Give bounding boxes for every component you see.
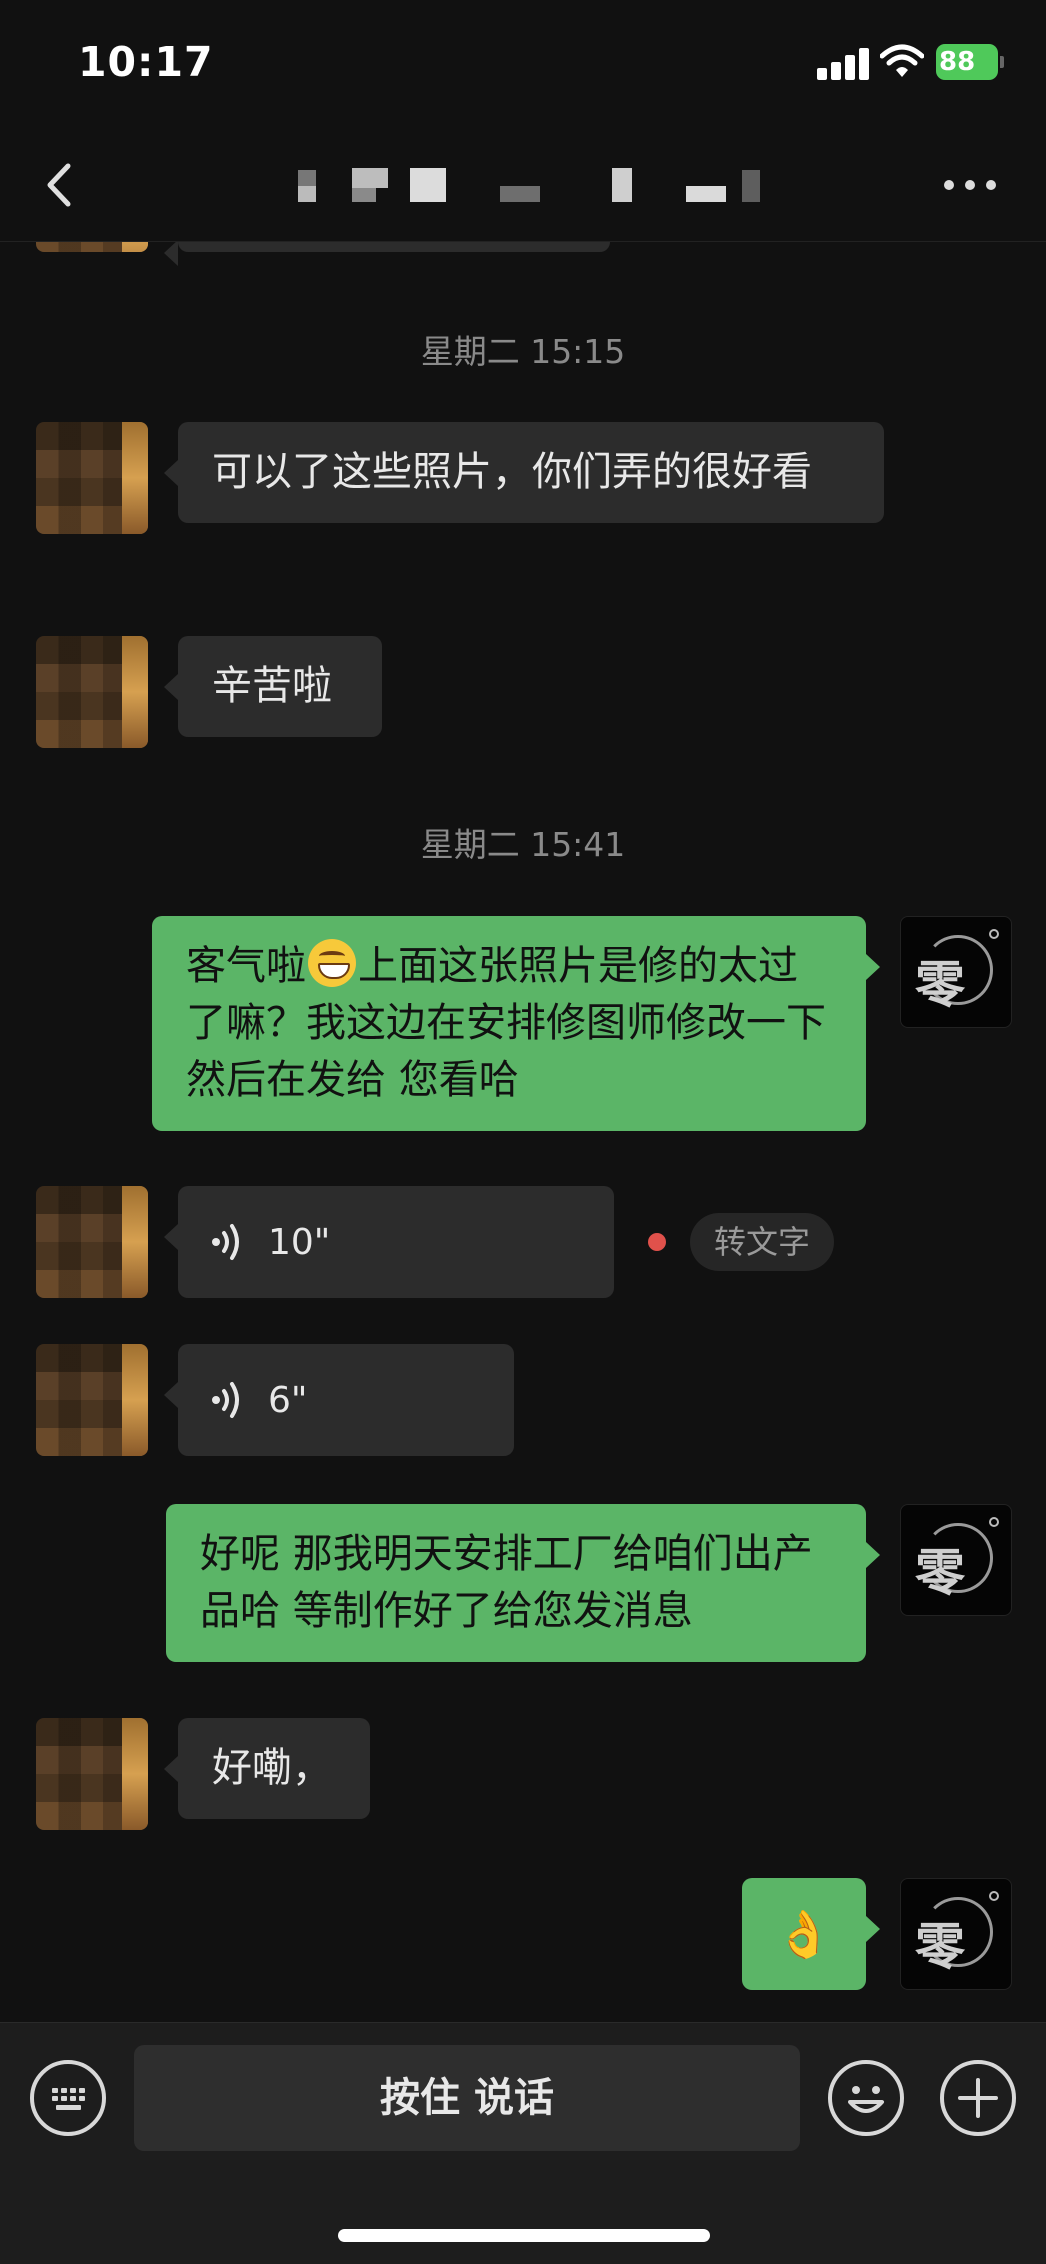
my-avatar[interactable]: 零	[900, 916, 1012, 1028]
chevron-left-icon[interactable]	[40, 158, 80, 212]
message-bubble-outgoing[interactable]: 👌	[742, 1878, 880, 1990]
timestamp: 星期二 15:15	[420, 332, 626, 371]
signal-icon	[817, 46, 869, 80]
voice-message[interactable]: 10"	[164, 1186, 614, 1298]
plus-icon[interactable]	[940, 2060, 1016, 2136]
message-bubble[interactable]: 可以了这些照片，你们弄的很好看	[164, 422, 884, 523]
unread-dot	[648, 1233, 666, 1251]
message-text-part: 客气啦	[186, 943, 306, 989]
smiley-icon[interactable]	[828, 2060, 904, 2136]
message-text: 可以了这些照片，你们弄的很好看	[212, 449, 812, 495]
message-bubble[interactable]: 好嘞，	[164, 1718, 370, 1819]
voice-duration: 6"	[268, 1379, 308, 1421]
timestamp: 星期二 15:41	[420, 825, 626, 864]
wifi-icon	[880, 44, 924, 77]
convert-to-text-button[interactable]: 转文字	[690, 1213, 835, 1271]
my-avatar[interactable]: 零	[900, 1878, 1012, 1990]
ok-hand-emoji-icon: 👌	[775, 1907, 833, 1961]
keyboard-icon[interactable]	[30, 2060, 106, 2136]
message-text: 辛苦啦	[212, 663, 332, 709]
message-bubble-outgoing[interactable]: 客气啦 上面这张照片是修的太过了嘛？我这边在安排修图师修改一下 然后在发给 您看哈	[152, 916, 880, 1131]
voice-wave-icon	[212, 1224, 239, 1260]
contact-avatar[interactable]	[36, 1344, 148, 1456]
grin-emoji-icon	[308, 939, 356, 987]
contact-avatar[interactable]	[36, 422, 148, 534]
voice-duration: 10"	[268, 1221, 331, 1263]
contact-avatar[interactable]	[36, 1186, 148, 1298]
battery-icon: 88	[936, 44, 1004, 80]
battery-level: 88	[939, 47, 976, 77]
message-list[interactable]: 星期二 15:15 可以了这些照片，你们弄的很好看 辛苦啦 星期二 15:41 …	[0, 242, 1046, 2022]
home-indicator	[338, 2229, 710, 2242]
contact-avatar[interactable]	[36, 1718, 148, 1830]
message-bubble[interactable]: 辛苦啦	[164, 636, 382, 737]
hold-to-talk-button[interactable]: 按住 说话	[134, 2045, 800, 2151]
more-dots-icon[interactable]	[944, 180, 996, 194]
status-bar: 10:17 88	[0, 0, 1046, 130]
voice-wave-icon	[212, 1382, 239, 1418]
message-bubble-partial	[164, 242, 610, 266]
input-bar: 按住 说话	[0, 2022, 1046, 2264]
message-text: 好呢 那我明天安排工厂给咱们出产品哈 等制作好了给您发消息	[200, 1531, 813, 1634]
voice-message[interactable]: 6"	[164, 1344, 514, 1456]
my-avatar[interactable]: 零	[900, 1504, 1012, 1616]
contact-avatar[interactable]	[36, 636, 148, 748]
message-bubble-outgoing[interactable]: 好呢 那我明天安排工厂给咱们出产品哈 等制作好了给您发消息	[166, 1504, 880, 1662]
nav-bar	[0, 130, 1046, 242]
message-text: 好嘞，	[212, 1745, 332, 1791]
status-time: 10:17	[78, 38, 214, 86]
contact-avatar[interactable]	[36, 242, 148, 252]
message-text: 客气啦 上面这张照片是修的太过了嘛？我这边在安排修图师修改一下 然后在发给 您看哈	[152, 916, 866, 1131]
